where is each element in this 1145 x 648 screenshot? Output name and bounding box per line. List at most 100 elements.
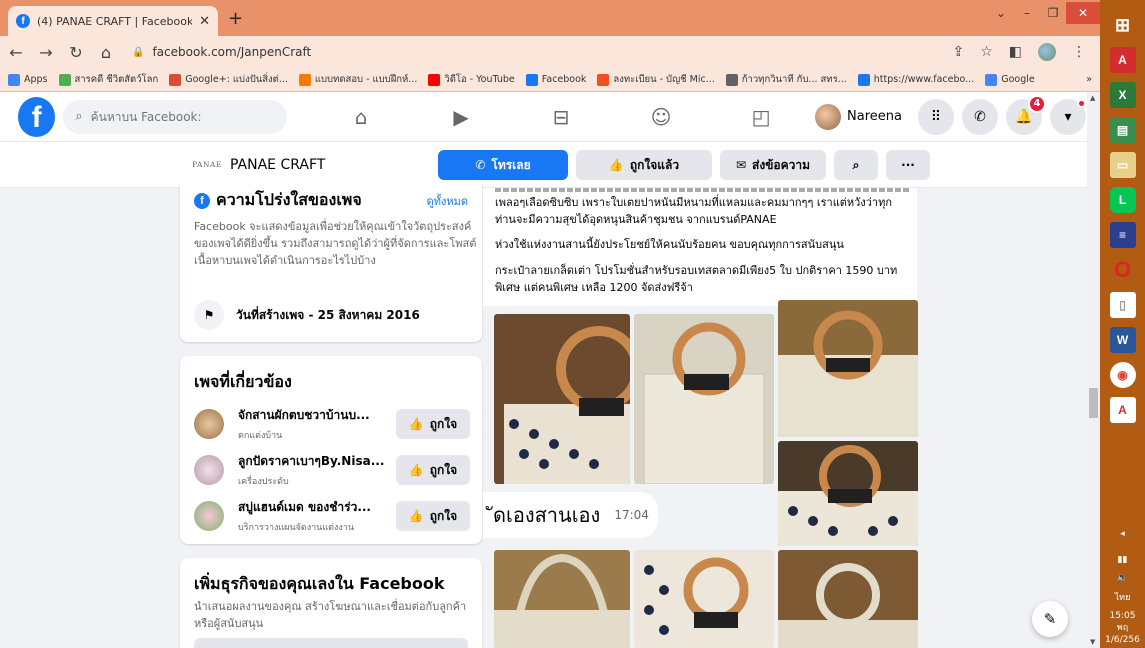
bag-photo-3[interactable] (778, 300, 918, 437)
maximize-button[interactable]: ❐ (1040, 6, 1066, 20)
chrome-menu-icon[interactable]: ⋮ (1072, 44, 1086, 60)
bookmark-star-icon[interactable]: ☆ (980, 44, 993, 60)
facebook-search[interactable]: ⌕ (63, 99, 288, 134)
bookmark-item[interactable]: สารคดี ชีวิตสัตว์โลก (58, 72, 158, 87)
word-icon[interactable]: W (1109, 327, 1136, 353)
bag-photo-4[interactable] (778, 441, 918, 546)
bookmark-item[interactable]: Apps (8, 73, 48, 86)
related-page-avatar[interactable] (194, 409, 224, 439)
back-icon[interactable]: ← (8, 43, 24, 62)
bag-photo-6[interactable] (634, 550, 774, 648)
bag-photo-5[interactable] (494, 550, 630, 648)
profile-avatar-icon[interactable] (1038, 43, 1056, 61)
window-controls: ⌄ – ❐ ✕ (988, 0, 1100, 26)
scroll-up-icon[interactable]: ▲ (1090, 94, 1095, 102)
home-icon[interactable]: ⌂ (98, 43, 114, 62)
network-icon[interactable]: ▮▮ (1100, 554, 1145, 566)
bookmark-item[interactable]: แบบทดสอบ - แบบฝึกห์... (298, 72, 418, 87)
expand-tray-icon[interactable]: ◂ (1100, 528, 1145, 540)
close-window-button[interactable]: ✕ (1066, 2, 1100, 24)
bookmark-label: แบบทดสอบ - แบบฝึกห์... (314, 74, 418, 85)
lock-icon[interactable]: 🔒 (132, 47, 144, 58)
new-message-button[interactable]: ✎ (1032, 601, 1068, 637)
document-icon[interactable]: ▯ (1109, 292, 1136, 318)
browser-tab[interactable]: f (4) PANAE CRAFT | Facebook ✕ (8, 6, 218, 36)
bookmark-item[interactable]: https://www.facebo... (857, 73, 974, 86)
related-page-avatar[interactable] (194, 455, 224, 485)
like-page-button[interactable]: 👍 ถูกใจ (396, 501, 470, 531)
new-tab-button[interactable]: + (228, 8, 243, 29)
windows-start-icon[interactable]: ⊞ (1110, 12, 1136, 38)
forward-icon[interactable]: → (38, 43, 54, 62)
bookmark-item[interactable]: Facebook (525, 73, 586, 86)
gaming-nav-icon[interactable]: ◰ (711, 105, 811, 129)
tab-title: (4) PANAE CRAFT | Facebook (37, 14, 193, 28)
bookmark-item[interactable]: Google (985, 73, 1035, 86)
related-page-item[interactable]: สบู่แฮนด์เมด ของชำร่ว... บริการวางแผนจัดง… (194, 496, 470, 536)
call-button[interactable]: ✆ โทรเลย (438, 150, 568, 180)
search-input[interactable] (90, 109, 271, 124)
scrollbar-thumb[interactable] (1089, 388, 1098, 418)
flag-app-icon[interactable]: ≡ (1109, 222, 1136, 248)
bookmark-item[interactable]: ลงทะเบียน - บัญชี Mic... (597, 72, 715, 87)
marketplace-nav-icon[interactable]: ⊟ (511, 105, 611, 129)
microsoft-icon (597, 73, 610, 86)
post-text-line2: ห่วงใช้แห่งงานสานนี้ยังประโยชย์ให้คนนับร… (495, 238, 844, 251)
related-page-item[interactable]: จักสานผักตบชวาบ้านบ... ตกแต่งบ้าน 👍 ถูกใจ (194, 404, 470, 444)
facebook-logo-icon[interactable]: f (18, 96, 56, 137)
bookmark-item[interactable]: ก้าวทุกวินาที กับ... สทร... (725, 72, 847, 87)
home-nav-icon[interactable]: ⌂ (311, 105, 411, 129)
clock-time[interactable]: 15:05 (1100, 610, 1145, 622)
bookmarks-overflow-button[interactable]: » (1086, 74, 1092, 85)
grow-business-button[interactable] (194, 638, 468, 648)
volume-icon[interactable]: 🔈 (1100, 572, 1145, 584)
message-preview[interactable]: ัดเองสานเอง 17:04 (483, 492, 658, 538)
opera-icon[interactable]: O (1110, 257, 1136, 283)
acrobat-icon[interactable]: A (1109, 397, 1136, 423)
see-all-link[interactable]: ดูทั้งหมด (427, 192, 468, 210)
related-page-avatar[interactable] (194, 501, 224, 531)
tab-search-icon[interactable]: ⌄ (988, 6, 1014, 20)
related-page-item[interactable]: ลูกปัดราคาเบาๆBy.Nisa... เครื่องประดับ 👍 ถู… (194, 450, 470, 490)
chrome-icon[interactable]: ◉ (1109, 362, 1136, 388)
language-indicator[interactable]: ไทย (1100, 592, 1145, 604)
page-search-button[interactable]: ⌕ (834, 150, 878, 180)
bookmark-item[interactable]: Google+: แบ่งปันสิ่งต่... (169, 72, 288, 87)
bookmark-item[interactable]: วิดีโอ - YouTube (428, 72, 515, 87)
scroll-down-icon[interactable]: ▼ (1090, 638, 1095, 646)
related-page-name[interactable]: ลูกปัดราคาเบาๆBy.Nisa... (238, 452, 388, 471)
page-identity[interactable]: PANAE PANAE CRAFT (192, 150, 325, 180)
pdf-reader-icon[interactable]: A (1109, 47, 1136, 73)
like-button-label: ถูกใจ (429, 508, 458, 523)
file-explorer-icon[interactable]: ▭ (1109, 152, 1136, 178)
watch-nav-icon[interactable]: ▶ (411, 105, 511, 129)
line-app-icon[interactable]: L (1109, 187, 1136, 213)
post-photos[interactable] (494, 300, 918, 648)
excel-icon[interactable]: X (1109, 82, 1136, 108)
address-bar[interactable]: 🔒 facebook.com/JanpenCraft (128, 45, 938, 59)
more-button[interactable]: ··· (886, 150, 930, 180)
facebook-icon (857, 73, 870, 86)
groups-nav-icon[interactable]: ☺ (611, 105, 711, 129)
like-page-button[interactable]: 👍 ถูกใจ (396, 455, 470, 485)
page-scrollbar[interactable]: ▲ ▼ (1087, 92, 1100, 648)
bag-photo-2[interactable] (634, 314, 774, 484)
share-icon[interactable]: ⇪ (952, 44, 964, 60)
spreadsheet-icon[interactable]: ▤ (1109, 117, 1136, 143)
bag-photo-1[interactable] (494, 314, 630, 484)
messenger-icon[interactable]: ✆ (962, 98, 998, 135)
account-menu-icon[interactable]: ▾ (1050, 98, 1086, 135)
close-tab-icon[interactable]: ✕ (199, 14, 210, 29)
related-page-name[interactable]: จักสานผักตบชวาบ้านบ... (238, 406, 388, 425)
message-button[interactable]: ✉ ส่งข้อความ (720, 150, 826, 180)
menu-grid-icon[interactable]: ⠿ (918, 98, 954, 135)
like-page-button[interactable]: 👍 ถูกใจ (396, 409, 470, 439)
side-panel-icon[interactable]: ◧ (1009, 44, 1022, 60)
notifications-icon[interactable]: 🔔 4 (1006, 94, 1046, 135)
profile-chip[interactable]: Nareena (811, 100, 910, 134)
related-page-name[interactable]: สบู่แฮนด์เมด ของชำร่ว... (238, 498, 388, 517)
bag-photo-7[interactable] (778, 550, 918, 648)
liked-button[interactable]: 👍 ถูกใจแล้ว (576, 150, 712, 180)
minimize-button[interactable]: – (1014, 6, 1040, 20)
reload-icon[interactable]: ↻ (68, 43, 84, 62)
